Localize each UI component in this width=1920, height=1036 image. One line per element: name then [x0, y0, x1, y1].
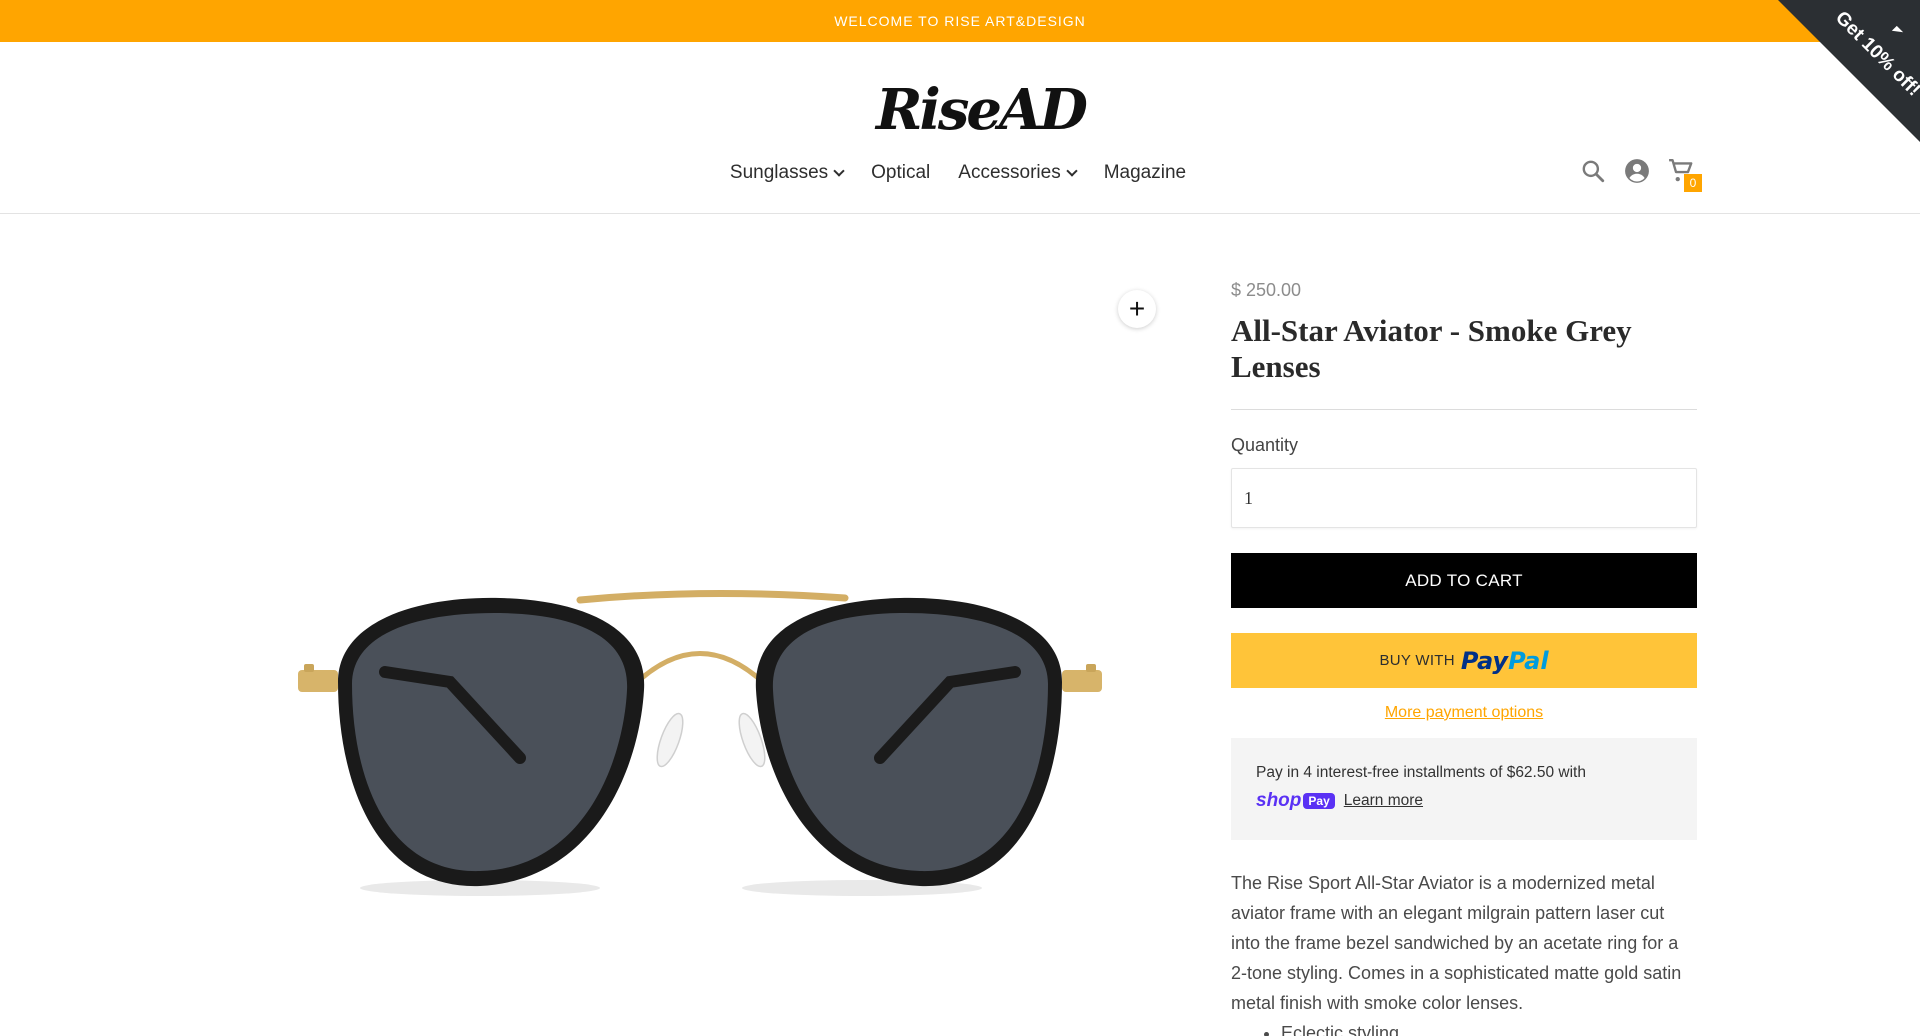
shop-pay-logo: shop Pay	[1256, 790, 1335, 812]
nav-item-accessories[interactable]: Accessories	[958, 162, 1078, 184]
announcement-text: WELCOME TO RISE ART&DESIGN	[834, 13, 1086, 29]
nav-label: Optical	[871, 162, 931, 183]
product-price: $ 250.00	[1231, 280, 1302, 300]
product-title: All-Star Aviator - Smoke Grey Lenses	[1231, 313, 1632, 384]
shop-pay-installments: Pay in 4 interest-free installments of $…	[1231, 738, 1697, 840]
nav-label: Sunglasses	[729, 162, 829, 183]
quantity-label: Quantity	[1231, 435, 1299, 455]
product-image[interactable]	[280, 280, 1160, 1036]
more-payment-options-link[interactable]: More payment options	[1231, 704, 1697, 722]
product-description: The Rise Sport All-Star Aviator is a mod…	[1231, 873, 1682, 1013]
nav-item-optical[interactable]: Optical	[871, 162, 930, 184]
learn-more-link[interactable]: Learn more	[1344, 792, 1423, 810]
shop-pay-logo-shop: shop	[1256, 790, 1302, 811]
cart-count-badge: 0	[1684, 174, 1702, 192]
nav-label: Magazine	[1103, 162, 1187, 183]
search-icon[interactable]	[1580, 158, 1606, 184]
paypal-button[interactable]: BUY WITH PayPal	[1231, 633, 1697, 688]
zoom-plus-icon[interactable]: +	[1118, 290, 1156, 328]
header-actions: 0	[1580, 158, 1702, 192]
paypal-logo-pal: Pal	[1508, 646, 1549, 675]
nav-item-magazine[interactable]: Magazine	[1104, 162, 1186, 184]
paypal-logo-pay: Pay	[1460, 646, 1509, 675]
nav-item-sunglasses[interactable]: Sunglasses	[729, 162, 845, 184]
account-icon[interactable]	[1624, 158, 1650, 184]
chevron-down-icon	[1066, 165, 1078, 177]
shop-pay-logo-pay: Pay	[1303, 793, 1335, 809]
quantity-input[interactable]	[1231, 468, 1697, 528]
chevron-down-icon	[833, 165, 845, 177]
nav-label: Accessories	[958, 162, 1061, 183]
cart-icon[interactable]: 0	[1668, 158, 1702, 192]
installments-text: Pay in 4 interest-free installments of $…	[1256, 764, 1586, 781]
site-header: RiseAD Sunglasses Optical Accessories Ma…	[0, 42, 1920, 214]
brand-logo[interactable]: RiseAD	[876, 77, 1088, 150]
logo-text: RiseAD	[876, 77, 1088, 143]
paypal-prefix: BUY WITH	[1379, 652, 1455, 669]
list-item: Eclectic styling	[1281, 1018, 1697, 1036]
promo-arrow-icon	[1891, 25, 1904, 38]
add-to-cart-button[interactable]: ADD TO CART	[1231, 553, 1697, 608]
paypal-logo: PayPal	[1461, 647, 1549, 675]
feature-list: Eclectic styling	[1231, 1018, 1697, 1036]
announcement-bar: WELCOME TO RISE ART&DESIGN	[0, 0, 1920, 42]
product-info: $ 250.00 All-Star Aviator - Smoke Grey L…	[1231, 280, 1697, 1036]
divider	[1231, 409, 1697, 410]
